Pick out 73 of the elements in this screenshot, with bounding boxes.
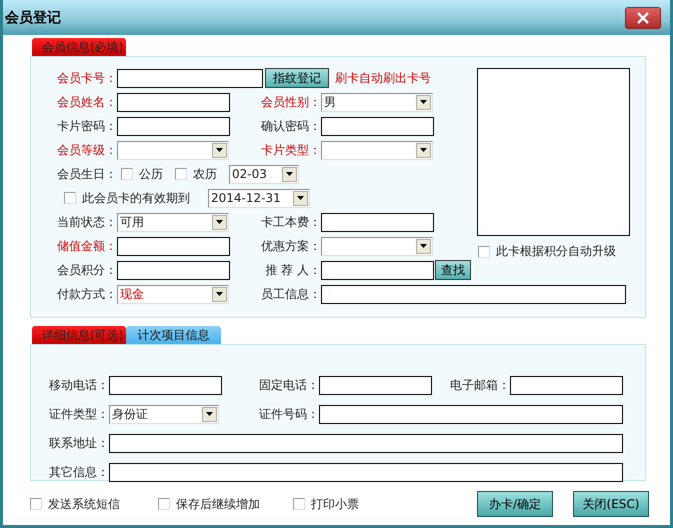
field-label: 会员积分： xyxy=(56,262,117,278)
input-field[interactable] xyxy=(117,236,230,256)
dropdown-value: 身份证 xyxy=(112,406,148,422)
input-field[interactable] xyxy=(321,260,434,280)
dropdown[interactable]: 2014-12-31 xyxy=(208,188,310,208)
checkbox-label: 此会员卡的有效期到 xyxy=(82,190,190,206)
checkbox[interactable] xyxy=(478,246,490,258)
tab[interactable]: 计次项目信息 xyxy=(126,326,221,344)
field-label: 电子邮箱： xyxy=(449,376,510,394)
field-label: 储值金额： xyxy=(56,238,117,254)
checkbox[interactable] xyxy=(30,498,42,510)
field-label: 证件类型： xyxy=(48,406,109,422)
checkbox[interactable] xyxy=(175,168,187,180)
field-label: 付款方式： xyxy=(56,286,117,302)
dropdown[interactable]: 现金 xyxy=(117,284,229,304)
field-label: 会员等级： xyxy=(56,142,117,158)
dropdown-value: 男 xyxy=(324,94,336,110)
field-label: 确认密码： xyxy=(260,118,321,134)
input-field[interactable] xyxy=(321,116,434,136)
checkbox-label: 此卡根据积分自动升级 xyxy=(496,243,616,260)
field-label: 会员卡号： xyxy=(56,70,117,86)
field-label: 卡片密码： xyxy=(56,118,117,134)
checkbox[interactable] xyxy=(158,498,170,510)
input-field[interactable] xyxy=(319,376,432,394)
checkbox-label: 公历 xyxy=(139,166,163,182)
search-button[interactable]: 查找 xyxy=(435,260,471,280)
fingerprint-button[interactable]: 指纹登记 xyxy=(265,68,329,88)
field-label: 移动电话： xyxy=(48,376,109,394)
checkbox[interactable] xyxy=(64,192,76,204)
input-field[interactable] xyxy=(117,92,230,112)
close-dialog-button[interactable]: 关闭(ESC) xyxy=(573,491,649,517)
field-label: 卡片类型： xyxy=(260,142,321,158)
field-label: 会员姓名： xyxy=(56,94,117,110)
checkbox-label: 打印小票 xyxy=(311,496,359,512)
close-button[interactable] xyxy=(625,6,661,28)
input-field[interactable] xyxy=(319,404,623,424)
dropdown-value: 2014-12-31 xyxy=(211,191,281,205)
input-field[interactable] xyxy=(109,434,623,452)
dropdown-value: 现金 xyxy=(120,286,144,302)
field-label: 会员性别： xyxy=(260,94,321,110)
field-label: 证件号码： xyxy=(258,406,319,422)
input-field[interactable] xyxy=(109,376,222,394)
field-label: 优惠方案： xyxy=(260,238,321,254)
dropdown-value: 可用 xyxy=(120,214,144,230)
checkbox-label: 农历 xyxy=(193,166,217,182)
checkbox-label: 发送系统短信 xyxy=(48,496,120,512)
close-icon xyxy=(636,10,650,24)
field-label: 卡工本费： xyxy=(260,214,321,230)
field-label: 会员生日： xyxy=(56,166,117,182)
input-field[interactable] xyxy=(117,116,230,136)
field-label: 当前状态： xyxy=(56,214,117,230)
input-field[interactable] xyxy=(117,68,263,88)
dropdown[interactable]: 可用 xyxy=(117,212,229,232)
checkbox[interactable] xyxy=(293,498,305,510)
field-label: 员工信息： xyxy=(260,286,321,302)
field-label: 联系地址： xyxy=(48,434,109,452)
dropdown-value: 02-03 xyxy=(232,167,267,181)
hint-text: 刷卡自动刷出卡号 xyxy=(335,70,431,86)
confirm-button[interactable]: 办卡/确定 xyxy=(477,491,553,517)
input-field[interactable] xyxy=(510,376,623,394)
input-field[interactable] xyxy=(117,260,230,280)
input-field[interactable] xyxy=(321,212,434,232)
input-field[interactable] xyxy=(109,462,623,482)
dropdown[interactable]: 身份证 xyxy=(109,404,219,424)
checkbox[interactable] xyxy=(121,168,133,180)
field-label: 推 荐 人： xyxy=(264,262,321,278)
field-label: 其它信息： xyxy=(48,464,109,480)
dropdown[interactable]: 02-03 xyxy=(229,164,299,184)
input-field[interactable] xyxy=(321,284,626,304)
window-title: 会员登记 xyxy=(5,8,61,26)
field-label: 固定电话： xyxy=(258,376,319,394)
dropdown[interactable]: 男 xyxy=(321,92,433,112)
checkbox-label: 保存后继续增加 xyxy=(176,496,260,512)
